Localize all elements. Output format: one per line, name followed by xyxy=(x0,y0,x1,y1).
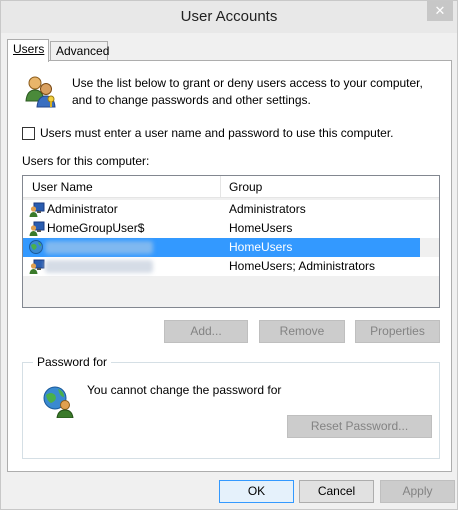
tab-users-label: Users xyxy=(13,42,45,56)
tab-users[interactable]: Users xyxy=(7,39,49,62)
group-cell: Administrators xyxy=(229,202,306,216)
users-tab-panel: Use the list below to grant or deny user… xyxy=(7,60,452,472)
intro-text: Use the list below to grant or deny user… xyxy=(72,75,442,109)
table-row[interactable]: Administrator Administrators xyxy=(23,200,439,219)
table-row[interactable]: HomeGroupUser$ HomeUsers xyxy=(23,219,439,238)
users-list-label: Users for this computer: xyxy=(22,154,150,168)
close-icon: ✕ xyxy=(434,3,446,18)
close-button[interactable]: ✕ xyxy=(427,1,453,21)
obscured-user-name xyxy=(45,241,153,254)
users-group-icon xyxy=(24,75,58,112)
tab-advanced-label: Advanced xyxy=(56,44,110,58)
require-login-option[interactable]: Users must enter a user name and passwor… xyxy=(22,126,394,140)
intro-line-1: Use the list below to grant or deny user… xyxy=(72,76,423,90)
remove-user-button[interactable]: Remove xyxy=(259,320,345,343)
user-accounts-window: User Accounts ✕ Users Advanced Use the l… xyxy=(0,0,458,510)
ok-button[interactable]: OK xyxy=(219,480,294,503)
list-header: User Name Group xyxy=(23,176,439,198)
users-listview[interactable]: User Name Group Administrator Administra… xyxy=(22,175,440,308)
table-row-selected[interactable]: HomeUsers xyxy=(23,238,420,257)
user-name-cell: Administrator xyxy=(47,202,118,216)
user-globe-icon xyxy=(43,386,75,421)
title-bar: User Accounts ✕ xyxy=(1,1,457,33)
column-header-user-name[interactable]: User Name xyxy=(23,176,221,198)
password-message: You cannot change the password for xyxy=(87,383,282,397)
require-login-label: Users must enter a user name and passwor… xyxy=(40,126,394,140)
group-cell: HomeUsers xyxy=(229,240,293,254)
group-cell: HomeUsers xyxy=(229,221,293,235)
group-cell: HomeUsers; Administrators xyxy=(229,259,376,273)
apply-button[interactable]: Apply xyxy=(380,480,455,503)
user-name-cell: HomeGroupUser$ xyxy=(47,221,145,235)
cancel-button[interactable]: Cancel xyxy=(299,480,374,503)
reset-password-button[interactable]: Reset Password... xyxy=(287,415,432,438)
tab-advanced[interactable]: Advanced xyxy=(50,41,110,61)
intro-line-2: and to change passwords and other settin… xyxy=(72,93,311,107)
add-user-button[interactable]: Add... xyxy=(164,320,248,343)
obscured-user-name xyxy=(45,260,153,273)
password-group-title: Password for xyxy=(33,355,112,369)
require-login-checkbox[interactable] xyxy=(22,126,35,140)
password-group: Password for You cannot change the passw… xyxy=(22,355,440,459)
user-monitor-icon xyxy=(29,259,45,280)
window-title: User Accounts xyxy=(180,8,278,25)
column-header-group[interactable]: Group xyxy=(221,176,439,198)
table-row[interactable]: HomeUsers; Administrators xyxy=(23,257,439,276)
properties-button[interactable]: Properties xyxy=(355,320,440,343)
